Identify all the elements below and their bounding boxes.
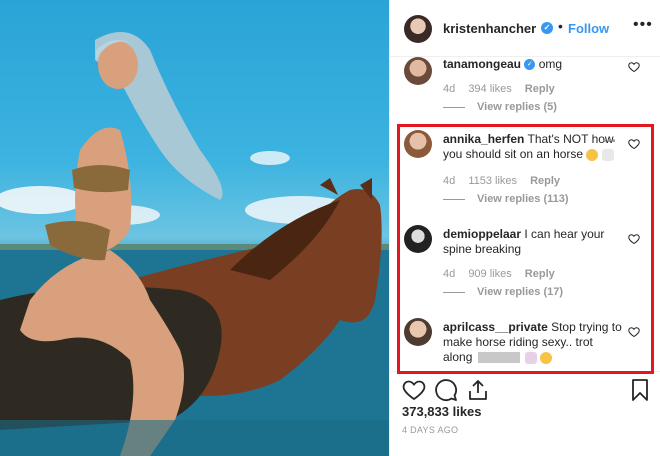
divider-line [443,291,465,293]
reply-button[interactable]: Reply [525,268,555,280]
comment-age: 4d [443,268,456,280]
comment-username[interactable]: annika_herfen [443,132,524,146]
like-comment-heart-icon[interactable] [628,326,640,338]
woman-emoji-icon [525,351,538,364]
comment-likes[interactable]: 909 likes [468,268,511,280]
reply-button[interactable]: Reply [525,83,555,95]
comment-age: 4d [443,83,456,95]
comment-body-line1: I can hear your [524,227,605,241]
comment-body-line2: you should sit on an horse [443,147,584,161]
comment-more-icon[interactable]: ••• [603,136,617,147]
view-replies-button[interactable]: View replies (113) [443,193,569,205]
more-options-icon[interactable]: ••• [633,16,653,34]
commenter-avatar[interactable] [404,130,432,158]
comment-meta: 4d 909 likes Reply [443,268,565,280]
like-comment-heart-icon[interactable] [628,138,640,150]
comment-age: 4d [443,175,456,187]
verified-icon: ✓ [524,59,536,71]
comment-bubble-icon[interactable] [434,378,458,402]
like-heart-icon[interactable] [402,378,426,402]
comment-meta: 4d 1153 likes Reply [443,175,570,187]
comment-text: annika_herfen That's NOT how you should … [443,132,629,162]
post-header: kristenhancher ✓ • Follow ••• [390,0,660,57]
comment-username[interactable]: aprilcass__private [443,320,548,334]
comment-body-line3: along [443,350,473,364]
comments-panel: kristenhancher ✓ • Follow ••• tanamongea… [389,0,660,456]
view-replies-button[interactable]: View replies (5) [443,101,557,113]
author-avatar[interactable] [404,15,432,43]
post-photo [0,0,389,456]
like-comment-heart-icon[interactable] [628,61,640,73]
comment-text: demioppelaar I can hear your spine break… [443,227,629,257]
post-date: 4 DAYS AGO [402,425,459,435]
divider-line [443,106,465,108]
author-username[interactable]: kristenhancher [443,21,536,36]
comment-text: aprilcass__private Stop trying to make h… [443,320,629,365]
follow-button[interactable]: Follow [568,21,609,36]
like-comment-heart-icon[interactable] [628,233,640,245]
commenter-avatar[interactable] [404,57,432,85]
comment-body: omg [538,57,563,71]
ghost-emoji-icon [601,148,614,161]
commenter-avatar[interactable] [404,225,432,253]
commenter-avatar[interactable] [404,318,432,346]
share-icon[interactable] [466,378,490,402]
comment-body-line1: Stop trying to [551,320,622,334]
bookmark-icon[interactable] [628,378,652,402]
separator-dot: • [558,18,563,34]
post-actions: 373,833 likes 4 DAYS AGO [390,371,660,456]
view-replies-button[interactable]: View replies (17) [443,286,563,298]
blurred-mention [477,352,520,364]
comment-body-line2: make horse riding sexy.. trot [443,335,593,349]
laughing-emoji-icon [586,148,599,161]
verified-icon: ✓ [541,22,553,34]
reply-button[interactable]: Reply [530,175,560,187]
comment-likes[interactable]: 1153 likes [468,175,517,187]
divider-line [443,198,465,200]
comment-body-line1: That's NOT how [527,132,614,146]
comment-body-line2: spine breaking [443,242,522,256]
comment-username[interactable]: tanamongeau [443,57,521,71]
laughing-emoji-icon [540,351,553,364]
post-likes-count[interactable]: 373,833 likes [402,404,482,419]
comment-text: tanamongeau ✓ omg [443,57,629,72]
comment-username[interactable]: demioppelaar [443,227,521,241]
comment-meta: 4d 394 likes Reply [443,83,565,95]
comment-likes[interactable]: 394 likes [468,83,511,95]
